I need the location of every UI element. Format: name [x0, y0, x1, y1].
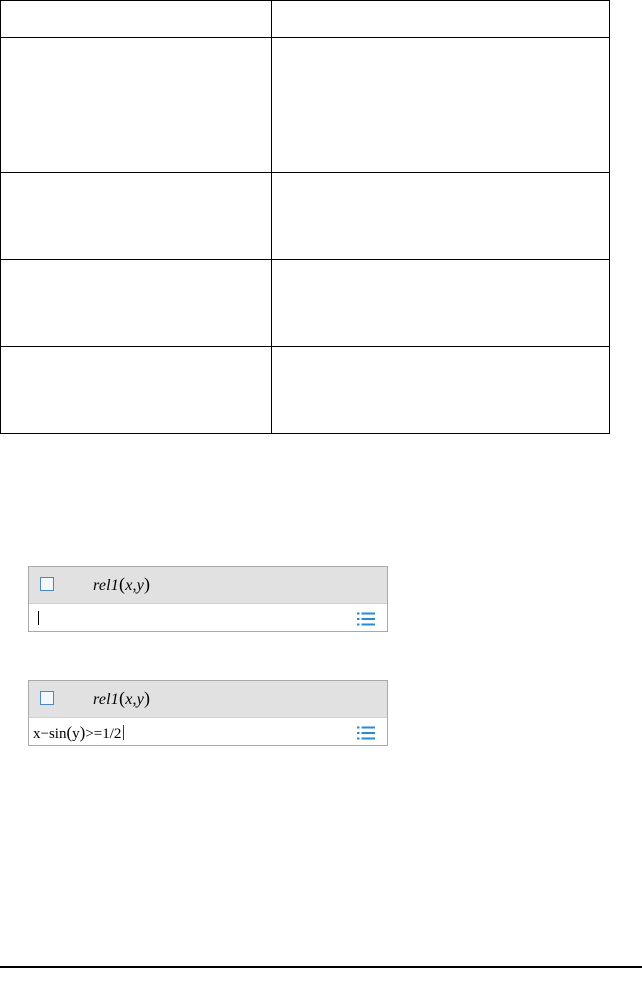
list-icon[interactable]	[357, 726, 375, 740]
footer-rule	[0, 966, 642, 968]
table-cell	[271, 346, 610, 434]
text-cursor	[38, 611, 39, 625]
table-cell	[0, 346, 272, 434]
table-row	[0, 172, 610, 260]
table-row	[0, 0, 610, 38]
relation-input[interactable]	[29, 604, 387, 633]
table-row	[0, 37, 610, 173]
table-cell	[0, 0, 272, 38]
relation-entry-empty: rel1(x,y)	[28, 566, 388, 632]
table-row	[0, 346, 610, 434]
checkbox-icon[interactable]	[40, 691, 54, 705]
text-cursor	[123, 725, 125, 740]
table-cell	[271, 259, 610, 347]
relation-header: rel1(x,y)	[29, 681, 387, 718]
table-cell	[0, 172, 272, 260]
checkbox-icon[interactable]	[40, 577, 54, 591]
info-table	[0, 0, 610, 434]
table-cell	[271, 172, 610, 260]
function-label: rel1(x,y)	[93, 574, 151, 594]
relation-entry-filled: rel1(x,y) x−sin(y)>=1/2	[28, 680, 388, 746]
relation-header: rel1(x,y)	[29, 567, 387, 604]
list-icon[interactable]	[357, 612, 375, 626]
expression-text: x−sin(y)>=1/2	[33, 723, 125, 743]
table-cell	[271, 0, 610, 38]
table-row	[0, 259, 610, 347]
relation-input[interactable]: x−sin(y)>=1/2	[29, 718, 387, 747]
table-cell	[0, 259, 272, 347]
table-cell	[0, 37, 272, 173]
table-cell	[271, 37, 610, 173]
function-label: rel1(x,y)	[93, 688, 151, 708]
